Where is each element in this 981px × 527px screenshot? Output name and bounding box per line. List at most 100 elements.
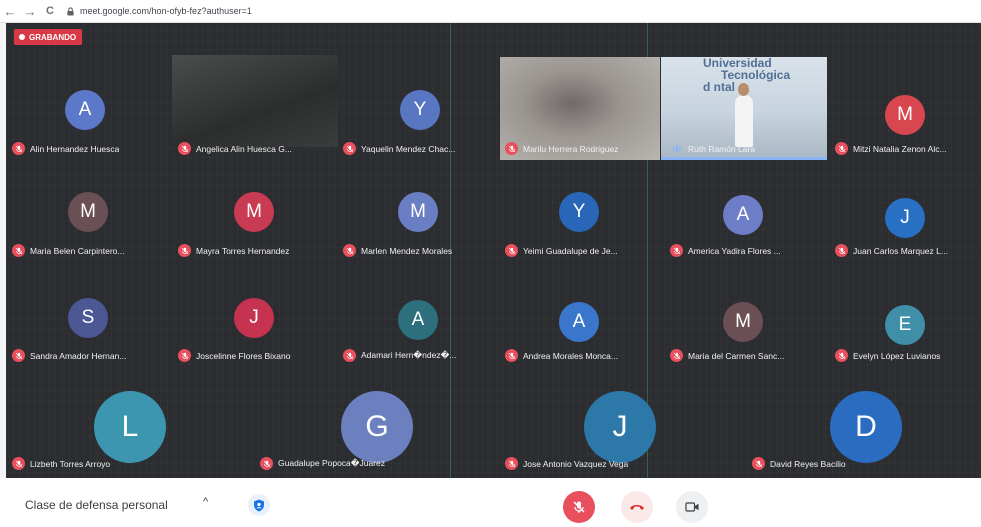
participant-name-label: Joscelinne Flores Bixano: [178, 349, 291, 362]
mic-off-icon: [12, 244, 25, 257]
participant-name: Evelyn López Luvianos: [853, 350, 941, 361]
participant-name-label: David Reyes Bacilio: [752, 457, 846, 470]
participant-avatar: A: [398, 300, 438, 340]
participant-avatar: D: [830, 391, 902, 463]
mic-off-icon: [260, 457, 273, 470]
participant-name: Mitzi Natalia Zenon Alc...: [853, 143, 947, 154]
participant-video: [172, 55, 338, 147]
mic-off-icon: [670, 244, 683, 257]
participant-avatar: J: [885, 198, 925, 238]
participant-name: Adamari Hern�ndez�...: [361, 350, 457, 360]
participant-name: Alin Hernandez Huesca: [30, 143, 120, 154]
mic-off-icon: [12, 457, 25, 470]
participant-avatar: M: [398, 192, 438, 232]
mic-off-icon: [573, 501, 585, 513]
mic-off-icon: [670, 349, 683, 362]
participant-name: Maria Belen Carpintero...: [30, 245, 125, 256]
mic-off-icon: [12, 349, 25, 362]
participant-name-label: Angelica Alin Huesca G...: [178, 142, 292, 155]
mic-off-icon: [505, 349, 518, 362]
mic-off-icon: [343, 244, 356, 257]
url-text[interactable]: meet.google.com/hon-ofyb-fez?authuser=1: [80, 6, 252, 16]
participant-avatar: G: [341, 391, 413, 463]
forward-icon[interactable]: →: [20, 2, 40, 20]
browser-address-bar: ← → C meet.google.com/hon-ofyb-fez?authu…: [0, 0, 981, 23]
mic-off-icon: [752, 457, 765, 470]
participant-name: Maria del Carmen Sanc...: [688, 350, 785, 361]
participant-avatar: M: [723, 302, 763, 342]
chevron-up-icon[interactable]: ^: [203, 496, 208, 508]
camera-button[interactable]: [676, 491, 708, 523]
host-controls-shield-icon[interactable]: [248, 494, 270, 516]
participant-name-label: America Yadira Flores ...: [670, 244, 781, 257]
participant-name-label: Jose Antonio Vazquez Vega: [505, 457, 628, 470]
participant-name: Lizbeth Torres Arroyo: [30, 458, 111, 469]
participant-name: Andrea Morales Monca...: [523, 350, 618, 361]
mic-off-icon: [343, 349, 356, 362]
microphone-off-button[interactable]: [563, 491, 595, 523]
participant-name-label: Mayra Torres Hernandez: [178, 244, 289, 257]
participant-name: Marilu Herrera Rodriguez: [523, 143, 619, 154]
end-call-button[interactable]: [621, 491, 653, 523]
participant-name-label: Yaquelin Mendez Chac...: [343, 142, 455, 155]
participant-name-label: Juan Carlos Marquez L...: [835, 244, 948, 257]
participant-name-label: Marlen Mendez Morales: [343, 244, 452, 257]
mic-off-icon: [505, 457, 518, 470]
mic-off-icon: [505, 244, 518, 257]
participant-name-label: Yeimi Guadalupe de Je...: [505, 244, 618, 257]
participant-name-label: Marilu Herrera Rodriguez: [505, 142, 618, 155]
participant-avatar: L: [94, 391, 166, 463]
participant-name-label: Andrea Morales Monca...: [505, 349, 618, 362]
participant-avatar: M: [885, 95, 925, 135]
participant-name: Ruth Ramón Lara: [688, 143, 756, 154]
speaking-indicator-icon: [670, 142, 683, 155]
speaker-figure: [735, 95, 753, 147]
participant-avatar: J: [234, 298, 274, 338]
participant-name: Sandra Amador Hernan...: [30, 350, 127, 361]
participant-avatar: S: [68, 298, 108, 338]
participant-name: Marlen Mendez Morales: [361, 245, 453, 256]
mic-off-icon: [505, 142, 518, 155]
participant-name: Juan Carlos Marquez L...: [853, 245, 948, 256]
participant-name-label: Guadalupe Popoca�Juarez: [260, 457, 385, 470]
mic-off-icon: [835, 244, 848, 257]
back-icon[interactable]: ←: [0, 2, 20, 20]
recording-badge: GRABANDO: [14, 29, 83, 45]
reload-icon[interactable]: C: [40, 2, 60, 20]
mic-off-icon: [835, 349, 848, 362]
participant-avatar: Y: [559, 192, 599, 232]
participant-avatar: A: [65, 90, 105, 130]
participant-avatar: A: [559, 302, 599, 342]
video-camera-icon: [685, 502, 699, 512]
participant-avatar: M: [234, 192, 274, 232]
speaker-head: [738, 83, 749, 96]
mic-off-icon: [178, 349, 191, 362]
mic-off-icon: [178, 142, 191, 155]
participant-name: Angelica Alin Huesca G...: [196, 143, 292, 154]
recording-label: GRABANDO: [29, 32, 77, 42]
participant-name-label: Maria Belen Carpintero...: [12, 244, 125, 257]
meeting-title[interactable]: Clase de defensa personal: [25, 498, 168, 512]
participant-name: Yaquelin Mendez Chac...: [361, 143, 456, 154]
participant-name: America Yadira Flores ...: [688, 245, 781, 256]
mic-off-icon: [178, 244, 191, 257]
participant-name: Yeimi Guadalupe de Je...: [523, 245, 618, 256]
participant-avatar: E: [885, 305, 925, 345]
participant-name-label: Sandra Amador Hernan...: [12, 349, 126, 362]
participant-name: Jose Antonio Vazquez Vega: [523, 458, 629, 469]
lock-icon: [67, 6, 74, 16]
participant-avatar: Y: [400, 90, 440, 130]
participant-name-label: Alin Hernandez Huesca: [12, 142, 119, 155]
participant-name-label: Adamari Hern�ndez�...: [343, 349, 456, 362]
participant-name-label: Lizbeth Torres Arroyo: [12, 457, 110, 470]
participant-avatar: J: [584, 391, 656, 463]
mic-off-icon: [12, 142, 25, 155]
mic-off-icon: [835, 142, 848, 155]
participant-name: Guadalupe Popoca�Juarez: [278, 458, 386, 468]
participant-name: Joscelinne Flores Bixano: [196, 350, 291, 361]
participant-avatar: M: [68, 192, 108, 232]
participant-avatar: A: [723, 195, 763, 235]
participant-name-label: Ruth Ramón Lara: [670, 142, 755, 155]
participant-name: David Reyes Bacilio: [770, 458, 846, 469]
record-dot-icon: [19, 34, 25, 40]
